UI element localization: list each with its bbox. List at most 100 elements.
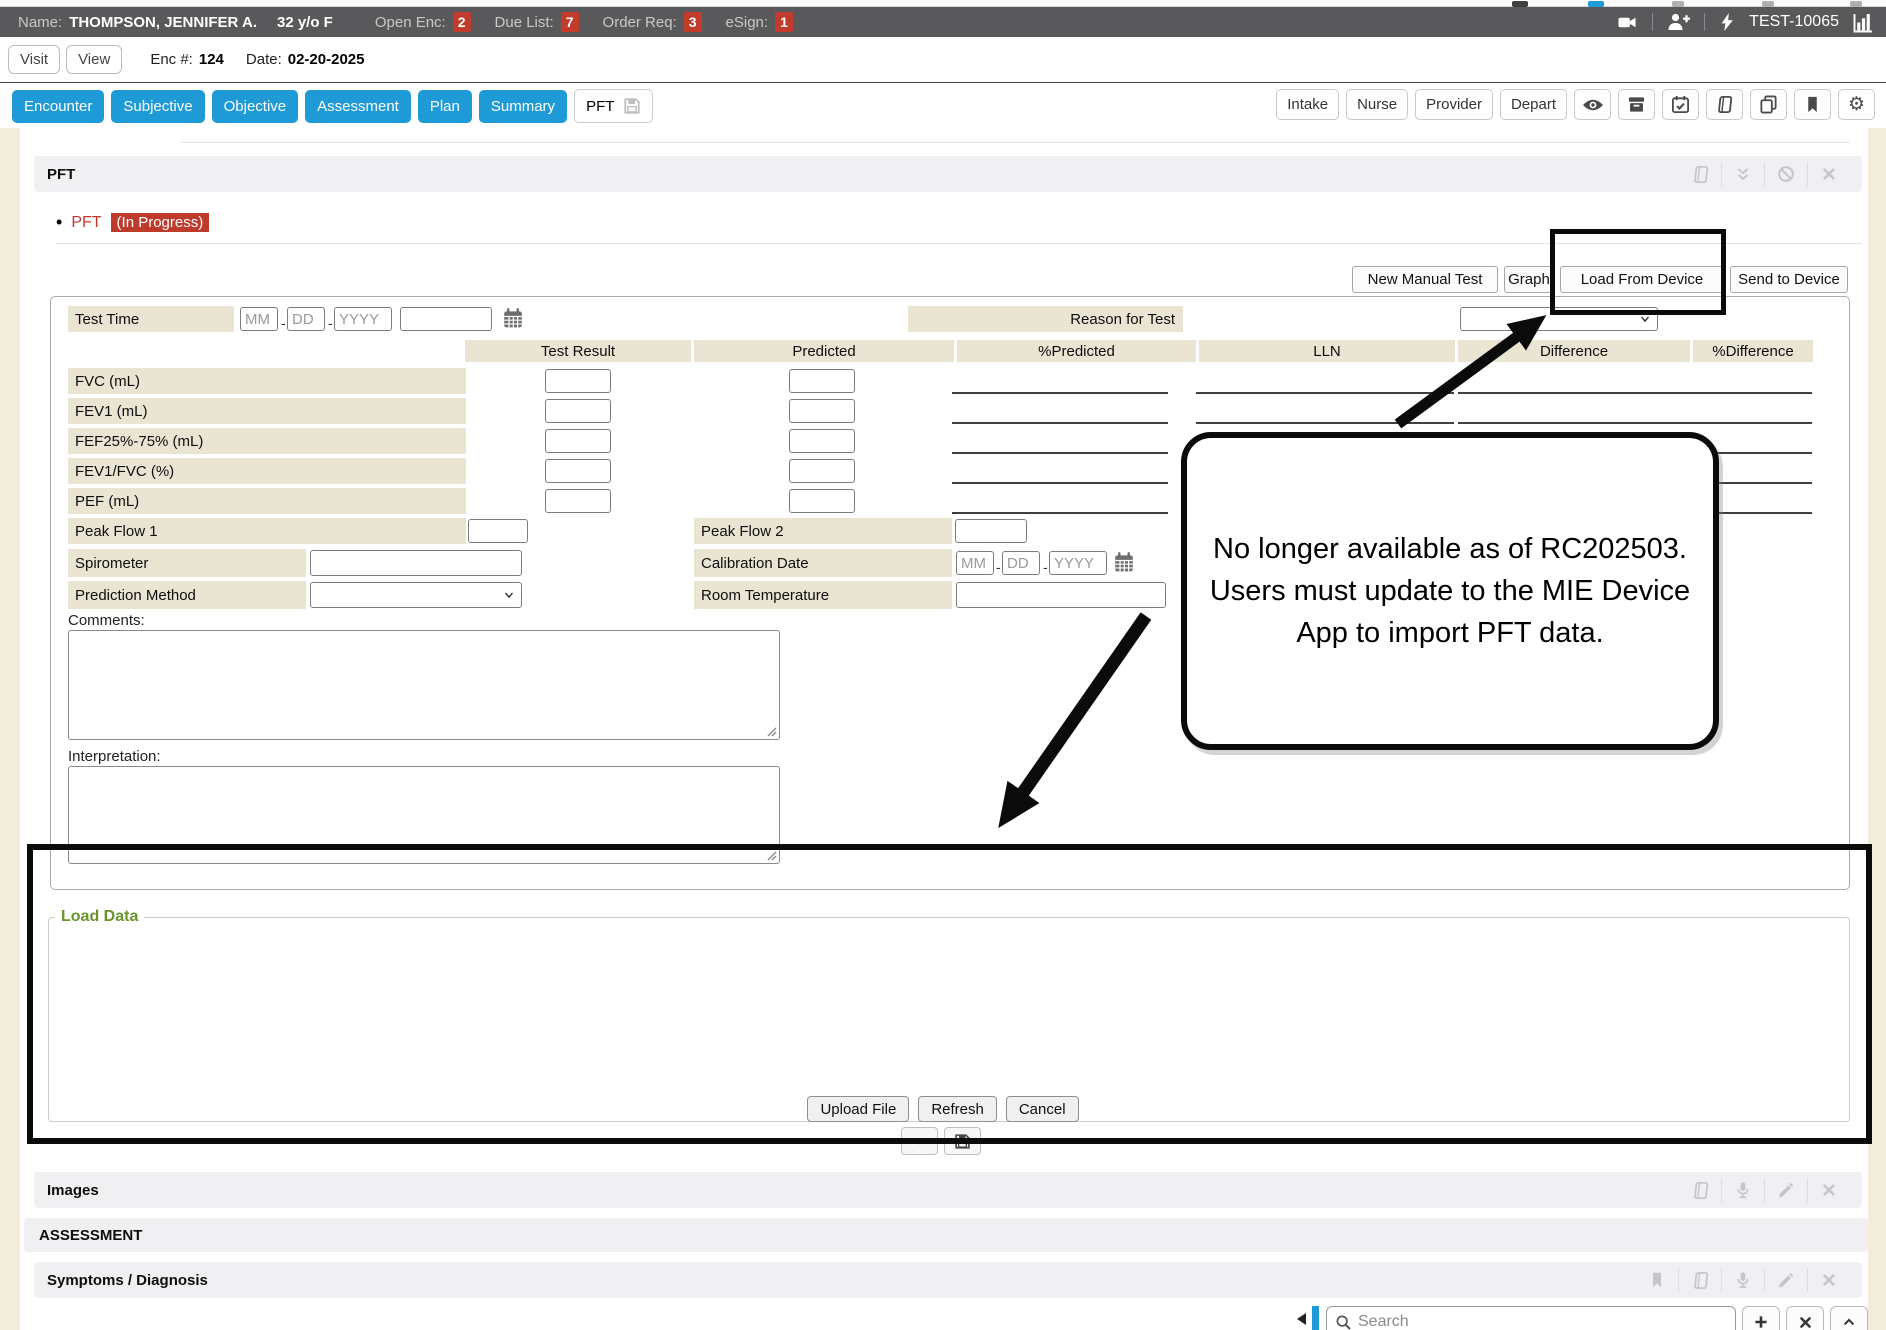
edit-button[interactable] [1765,1176,1807,1204]
status-badge[interactable]: (In Progress) [111,213,210,232]
close-section-button[interactable] [1808,160,1850,188]
chart-stats-icon[interactable] [1852,12,1874,33]
copy-icon [1759,95,1778,114]
test-year-input[interactable] [334,307,392,331]
preview-eye-button[interactable] [1574,89,1611,120]
order-req-label: Order Req: [603,14,677,31]
test-day-input[interactable] [287,307,325,331]
page-margin-right [1868,128,1886,1330]
graph-button[interactable]: Graph [1504,266,1554,293]
fev1fvc-predicted-input[interactable] [789,459,855,483]
enc-number-value: 124 [199,51,224,68]
tab-assessment[interactable]: Assessment [305,90,411,123]
fvc-predicted-input[interactable] [789,369,855,393]
peak-flow-2-input[interactable] [955,519,1027,543]
fvc-test-result-input[interactable] [545,369,611,393]
expand-note-button[interactable] [901,1127,938,1155]
tab-subjective[interactable]: Subjective [111,90,204,123]
prediction-method-select[interactable] [310,582,522,608]
open-enc-label: Open Enc: [375,14,446,31]
print-book-button[interactable] [1679,1266,1721,1294]
intake-button[interactable]: Intake [1276,89,1339,120]
close-section-button[interactable] [1808,1176,1850,1204]
provider-button[interactable]: Provider [1415,89,1493,120]
tab-pft-active[interactable]: PFT [574,89,653,123]
fev1-predicted-input[interactable] [789,399,855,423]
plus-icon [1753,1314,1769,1330]
add-person-icon[interactable] [1666,12,1691,32]
view-button[interactable]: View [66,45,122,74]
load-from-device-button[interactable]: Load From Device [1560,266,1724,293]
due-list-badge[interactable]: 7 [561,12,579,32]
dictate-button[interactable] [1722,1266,1764,1294]
settings-button[interactable]: ⚙ [1838,89,1875,120]
send-to-device-button[interactable]: Send to Device [1730,266,1848,293]
calibration-month-input[interactable] [956,551,994,575]
fev1-test-result-input[interactable] [545,399,611,423]
load-data-legend: Load Data [55,908,144,926]
tab-encounter[interactable]: Encounter [12,90,104,123]
save-note-button[interactable] [944,1127,981,1155]
room-temperature-input[interactable] [956,582,1166,608]
test-hour-input[interactable] [400,307,492,331]
schedule-button[interactable] [1662,89,1699,120]
calendar-icon[interactable] [1113,551,1135,573]
diagnosis-search[interactable] [1326,1306,1736,1330]
peak-flow-1-input[interactable] [468,519,528,543]
divider [180,142,1850,143]
reason-for-test-select[interactable] [1460,307,1658,331]
dictate-button[interactable] [1722,1176,1764,1204]
peak-flow-2-label: Peak Flow 2 [694,518,952,544]
depart-button[interactable]: Depart [1500,89,1567,120]
quick-action-bolt-icon[interactable] [1718,12,1736,32]
fef-predicted-input[interactable] [789,429,855,453]
edit-button[interactable] [1765,1266,1807,1294]
fef-test-result-input[interactable] [545,429,611,453]
collapse-up-button[interactable] [1830,1306,1868,1330]
tab-plan[interactable]: Plan [418,90,472,123]
fev1fvc-test-result-input[interactable] [545,459,611,483]
tab-summary[interactable]: Summary [479,90,567,123]
print-book-button[interactable] [1679,160,1721,188]
close-section-button[interactable] [1808,1266,1850,1294]
calendar-icon[interactable] [502,307,524,329]
tab-objective[interactable]: Objective [212,90,299,123]
interpretation-textarea[interactable] [68,766,780,864]
date-separator: - [281,315,286,331]
video-call-icon[interactable] [1615,13,1639,32]
pef-predicted-input[interactable] [789,489,855,513]
upload-file-button[interactable]: Upload File [807,1096,909,1122]
bookmark-button[interactable] [1636,1266,1678,1294]
bookmark-icon [1804,96,1821,113]
test-month-input[interactable] [240,307,278,331]
clear-button[interactable] [1786,1306,1824,1330]
symptoms-section-title: Symptoms / Diagnosis [34,1272,208,1289]
open-enc-badge[interactable]: 2 [453,12,471,32]
bookmark-button[interactable] [1794,89,1831,120]
copy-documents-button[interactable] [1750,89,1787,120]
chart-book-button[interactable] [1706,89,1743,120]
visit-button[interactable]: Visit [8,45,60,74]
calibration-day-input[interactable] [1002,551,1040,575]
collapse-section-button[interactable] [1722,160,1764,188]
disable-section-button[interactable] [1765,160,1807,188]
nurse-button[interactable]: Nurse [1346,89,1408,120]
add-diagnosis-button[interactable] [1742,1306,1780,1330]
spirometer-input[interactable] [310,550,522,576]
close-icon [1798,1315,1813,1330]
comments-textarea[interactable] [68,630,780,740]
pft-item-link[interactable]: PFT [71,214,101,232]
print-book-button[interactable] [1679,1176,1721,1204]
esign-badge[interactable]: 1 [775,12,793,32]
calibration-year-input[interactable] [1049,551,1107,575]
new-manual-test-button[interactable]: New Manual Test [1352,266,1498,293]
archive-button[interactable] [1618,89,1655,120]
pef-test-result-input[interactable] [545,489,611,513]
refresh-button[interactable]: Refresh [918,1096,997,1122]
divider [1704,13,1705,31]
collapse-left-icon[interactable] [1297,1313,1306,1325]
order-req-badge[interactable]: 3 [684,12,702,32]
cancel-button[interactable]: Cancel [1006,1096,1079,1122]
fev1-lln-line [1196,422,1454,424]
search-input[interactable] [1358,1313,1727,1330]
